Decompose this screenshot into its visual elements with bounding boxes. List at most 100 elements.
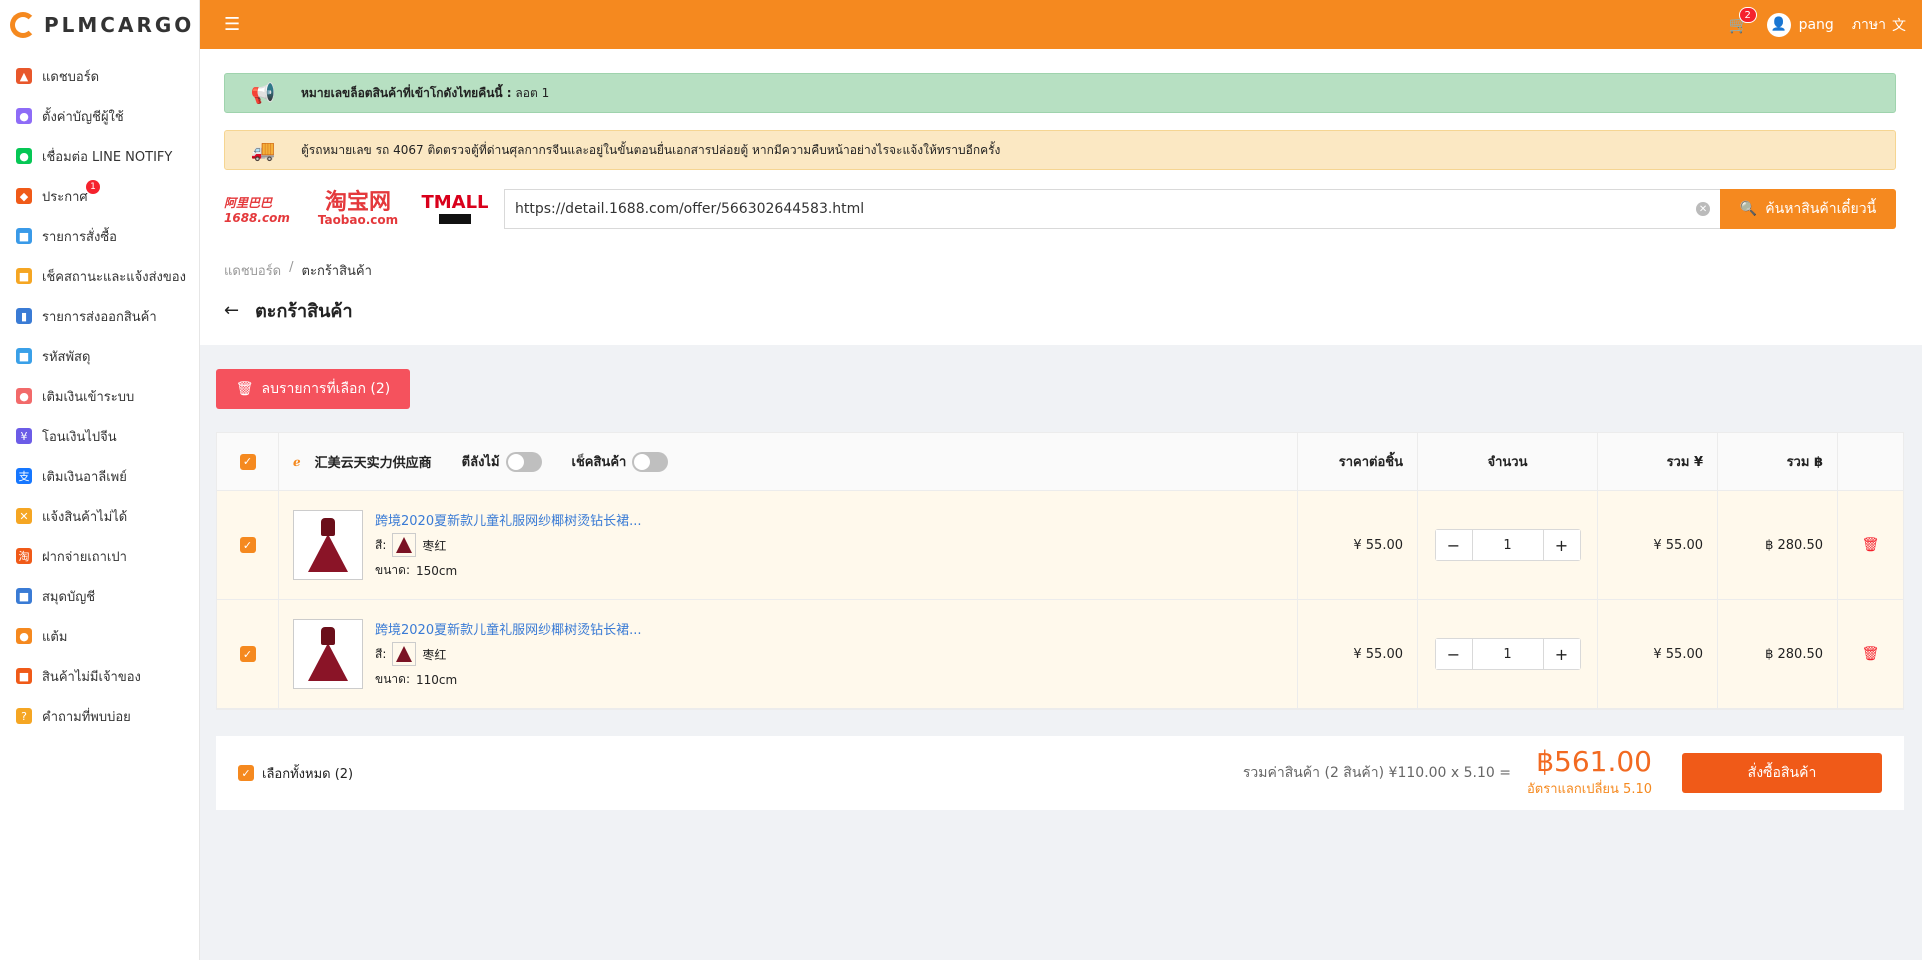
color-label: สี: (375, 646, 387, 661)
sidebar-item-6[interactable]: ■ เช็คสถานะและแจ้งส่งของ (0, 256, 199, 296)
sidebar-item-2[interactable]: ● ตั้งค่าบัญชีผู้ใช้ (0, 96, 199, 136)
language-menu[interactable]: ภาษา 文 (1852, 14, 1906, 36)
sidebar-item-15[interactable]: ● แต้ม (0, 616, 199, 656)
logo-tmall[interactable]: TMALL (420, 194, 490, 224)
product-image[interactable] (293, 510, 363, 580)
notification-badge: 1 (86, 180, 100, 194)
cart-badge: 2 (1738, 7, 1757, 23)
sidebar-item-label: รายการสั่งซื้อ (42, 229, 117, 245)
sidebar-item-label: เชื่อมต่อ LINE NOTIFY (42, 149, 173, 165)
sidebar-item-14[interactable]: ■ สมุดบัญชี (0, 576, 199, 616)
search-button[interactable]: 🔍 ค้นหาสินค้าเดี๋ยวนี้ (1720, 189, 1896, 229)
sidebar-item-label: โอนเงินไปจีน (42, 429, 117, 445)
logo-tmall-text: TMALL (421, 192, 489, 213)
place-order-button[interactable]: สั่งซื้อสินค้า (1682, 753, 1882, 793)
cart-icon[interactable]: 🛒 2 (1729, 7, 1757, 34)
shop-name[interactable]: 汇美云天实力供应商 (315, 452, 432, 471)
search-field[interactable]: ✕ (504, 189, 1720, 229)
sidebar-item-16[interactable]: ■ สินค้าไม่มีเจ้าของ (0, 656, 199, 696)
product-name[interactable]: 跨境2020夏新款儿童礼服网纱椰树烫钻长裙... (375, 510, 641, 529)
total-thb: ฿ 280.50 (1718, 600, 1838, 708)
brand-name: PLMCARGO (44, 12, 195, 37)
product-image[interactable] (293, 619, 363, 689)
table-row: ✓ 跨境2020夏新款儿童礼服网纱椰树烫钻长裙... สี: 枣红 ขนาด: 150cm… (217, 491, 1903, 600)
select-all[interactable]: ✓ เลือกทั้งหมด (2) (238, 763, 353, 784)
item-checkbox[interactable]: ✓ (239, 537, 256, 553)
language-label: ภาษา (1851, 16, 1886, 33)
yuan-icon: ¥ (16, 428, 32, 444)
check-product-toggle[interactable] (632, 451, 669, 472)
product-name[interactable]: 跨境2020夏新款儿童礼服网纱椰树烫钻长裙... (375, 619, 641, 638)
search-row: 阿里巴巴 1688.com 淘宝网 Taobao.com TMALL ✕ 🔍 ค… (224, 189, 1896, 229)
lot-alert-label: หมายเลขล็อตสินค้าที่เข้าโกดังไทยคืนนี้ : (301, 85, 512, 100)
table-body: ✓ 跨境2020夏新款儿童礼服网纱椰树烫钻长裙... สี: 枣红 ขนาด: 150cm… (217, 491, 1903, 709)
sidebar-item-1[interactable]: ▲ แดชบอร์ด (0, 56, 199, 96)
truck-icon: ■ (16, 268, 32, 284)
delete-selected-label: ลบรายการที่เลือก (2) (261, 381, 391, 397)
brand-logo-icon (10, 11, 36, 38)
sidebar-item-7[interactable]: ▮ รายการส่งออกสินค้า (0, 296, 199, 336)
summary-total: ฿561.00 (1536, 744, 1652, 778)
unit-price: ¥ 55.00 (1298, 491, 1418, 599)
wood-crate-toggle[interactable] (505, 451, 542, 472)
breadcrumb-separator: / (289, 260, 294, 275)
user-menu[interactable]: 👤 pang (1766, 12, 1834, 37)
clear-icon[interactable]: ✕ (1696, 202, 1710, 216)
color-swatch (392, 642, 417, 666)
sidebar-item-10[interactable]: ¥ โอนเงินไปจีน (0, 416, 199, 456)
size-value: 150cm (415, 563, 458, 578)
menu-toggle-icon[interactable]: ☰ (224, 14, 240, 35)
header-actions: 🛒 2 👤 pang ภาษา 文 (1729, 7, 1906, 37)
points-icon: ● (16, 628, 32, 644)
logo-taobao[interactable]: 淘宝网 Taobao.com (312, 191, 404, 227)
search-button-label: ค้นหาสินค้าเดี๋ยวนี้ (1765, 201, 1877, 217)
total-thb: ฿ 280.50 (1718, 491, 1838, 599)
search-icon: 🔍 (1739, 201, 1758, 217)
shop-checkbox[interactable]: ✓ (239, 453, 256, 470)
increment-button[interactable]: + (1543, 639, 1580, 669)
brand-logo[interactable]: PLMCARGO (0, 0, 199, 49)
logo-1688[interactable]: 阿里巴巴 1688.com (224, 194, 296, 225)
sidebar-item-17[interactable]: ? คำถามที่พบบ่อย (0, 696, 199, 736)
sidebar-item-12[interactable]: ✕ แจ้งสินค้าไม่ได้ (0, 496, 199, 536)
size-label: ขนาด: (375, 672, 410, 686)
avatar-icon: 👤 (1766, 12, 1791, 37)
delete-selected-button[interactable]: 🗑 ลบรายการที่เลือก (2) (216, 369, 410, 409)
quantity-value[interactable]: 1 (1471, 530, 1544, 560)
megaphone-icon: ◆ (16, 188, 32, 204)
sidebar-item-5[interactable]: ■ รายการสั่งซื้อ (0, 216, 199, 256)
wood-crate-label: ตีลังไม้ (461, 455, 500, 470)
tmall-cat-icon (439, 214, 471, 224)
select-all-checkbox[interactable]: ✓ (238, 765, 254, 781)
user-settings-icon: ● (16, 108, 32, 124)
sidebar-item-label: เช็คสถานะและแจ้งส่งของ (42, 269, 186, 285)
delete-item-icon[interactable]: 🗑 (1862, 537, 1880, 553)
breadcrumb-home[interactable]: แดชบอร์ด (224, 260, 281, 281)
lot-alert: 📢 หมายเลขล็อตสินค้าที่เข้าโกดังไทยคืนนี้… (224, 73, 1896, 113)
sidebar-item-label: แจ้งสินค้าไม่ได้ (42, 509, 128, 525)
sidebar-item-13[interactable]: 淘 ฝากจ่ายเถาเปา (0, 536, 199, 576)
sidebar-item-3[interactable]: ● เชื่อมต่อ LINE NOTIFY (0, 136, 199, 176)
decrement-button[interactable]: − (1435, 530, 1472, 560)
back-arrow-icon[interactable]: ← (224, 300, 239, 321)
sidebar-item-11[interactable]: 支 เติมเงินอาลีเพย์ (0, 456, 199, 496)
sidebar-item-label: แต้ม (42, 629, 68, 645)
sidebar-item-9[interactable]: ● เติมเงินเข้าระบบ (0, 376, 199, 416)
increment-button[interactable]: + (1543, 530, 1580, 560)
megaphone-icon: 📢 (250, 81, 276, 105)
delete-item-icon[interactable]: 🗑 (1862, 646, 1880, 662)
table-header: ✓ ℯ 汇美云天实力供应商 ตีลังไม้ เช็คสินค้า ราคาต่… (217, 433, 1903, 491)
truck-icon: 🚚 (250, 138, 276, 162)
report-icon: ✕ (16, 508, 32, 524)
decrement-button[interactable]: − (1435, 639, 1472, 669)
quantity-stepper: −1 + (1434, 529, 1581, 561)
sidebar-item-8[interactable]: ■ รหัสพัสดุ (0, 336, 199, 376)
top-section: 📢 หมายเลขล็อตสินค้าที่เข้าโกดังไทยคืนนี้… (200, 49, 1922, 345)
sidebar-item-4[interactable]: ◆ ประกาศ 1 (0, 176, 199, 216)
quantity-value[interactable]: 1 (1471, 639, 1544, 669)
size-value: 110cm (415, 672, 458, 687)
col-total-cny: รวม ¥ (1598, 433, 1718, 490)
search-input[interactable] (515, 201, 1697, 217)
box-icon: ■ (16, 348, 32, 364)
item-checkbox[interactable]: ✓ (239, 646, 256, 662)
